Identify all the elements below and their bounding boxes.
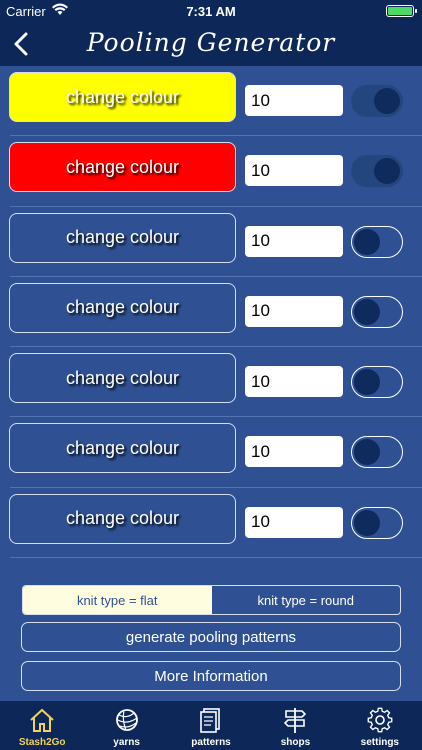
- colour-row: change colour: [0, 66, 422, 137]
- colour-row: change colour: [0, 417, 422, 488]
- colour-row: change colour: [0, 277, 422, 348]
- knit-type-flat-option[interactable]: knit type = flat: [23, 586, 212, 614]
- colour-row: change colour: [0, 488, 422, 559]
- toggle-knob: [354, 228, 380, 255]
- tab-patterns[interactable]: patterns: [169, 701, 253, 750]
- toggle-knob: [374, 88, 400, 114]
- tab-label: shops: [280, 737, 311, 748]
- colour-rows: change colour change colour change colour c…: [0, 66, 422, 559]
- nav-bar: Pooling Generator: [0, 22, 422, 66]
- page-title: Pooling Generator: [86, 28, 336, 57]
- stitch-count-input[interactable]: [245, 366, 343, 398]
- tab-label: settings: [360, 737, 399, 748]
- toggle-knob: [354, 298, 380, 325]
- status-bar: Carrier 7:31 AM: [0, 0, 422, 22]
- colour-enabled-toggle[interactable]: [351, 366, 403, 399]
- colour-row: change colour: [0, 207, 422, 277]
- toggle-knob: [374, 158, 400, 185]
- knit-type-round-option[interactable]: knit type = round: [212, 586, 401, 614]
- knit-type-selector: knit type = flat knit type = round: [22, 585, 401, 615]
- generate-patterns-button[interactable]: generate pooling patterns: [21, 622, 401, 652]
- tab-stash2go[interactable]: Stash2Go: [0, 701, 84, 750]
- tab-settings[interactable]: settings: [338, 701, 422, 750]
- toggle-knob: [354, 439, 380, 466]
- change-colour-button[interactable]: change colour: [9, 282, 236, 333]
- patterns-icon: [200, 708, 220, 733]
- tab-yarns[interactable]: yarns: [84, 701, 168, 750]
- colour-enabled-toggle[interactable]: [351, 436, 403, 469]
- change-colour-button[interactable]: change colour: [9, 353, 236, 404]
- colour-row: change colour: [0, 347, 422, 418]
- stitch-count-input[interactable]: [245, 436, 343, 468]
- stitch-count-input[interactable]: [245, 295, 343, 327]
- home-icon: [30, 708, 54, 732]
- more-information-button[interactable]: More Information: [21, 661, 401, 691]
- signpost-icon: [284, 708, 307, 733]
- tab-shops[interactable]: shops: [253, 701, 337, 750]
- toggle-knob: [354, 369, 380, 396]
- colour-enabled-toggle[interactable]: [351, 295, 403, 328]
- stitch-count-input[interactable]: [245, 225, 343, 257]
- stitch-count-input[interactable]: [245, 506, 343, 538]
- battery-icon: [386, 5, 417, 17]
- tab-label: yarns: [113, 737, 140, 748]
- change-colour-button[interactable]: change colour: [9, 423, 236, 474]
- colour-enabled-toggle[interactable]: [351, 85, 403, 117]
- change-colour-button[interactable]: change colour: [9, 212, 236, 263]
- change-colour-button[interactable]: change colour: [9, 493, 236, 544]
- colour-row: change colour: [0, 136, 422, 207]
- change-colour-button[interactable]: change colour: [9, 142, 236, 193]
- tab-label: Stash2Go: [18, 737, 66, 748]
- gear-icon: [367, 707, 393, 733]
- tab-label: patterns: [191, 737, 231, 748]
- tab-bar: Stash2Go yarns patterns shops settings: [0, 701, 422, 750]
- colour-enabled-toggle[interactable]: [351, 225, 403, 258]
- row-divider: [10, 557, 422, 559]
- toggle-knob: [354, 509, 380, 536]
- status-time: 7:31 AM: [186, 4, 236, 19]
- colour-enabled-toggle[interactable]: [351, 155, 403, 188]
- stitch-count-input[interactable]: [245, 85, 343, 116]
- stitch-count-input[interactable]: [245, 155, 343, 187]
- yarn-ball-icon: [115, 709, 138, 731]
- colour-enabled-toggle[interactable]: [351, 506, 403, 539]
- change-colour-button[interactable]: change colour: [9, 72, 236, 122]
